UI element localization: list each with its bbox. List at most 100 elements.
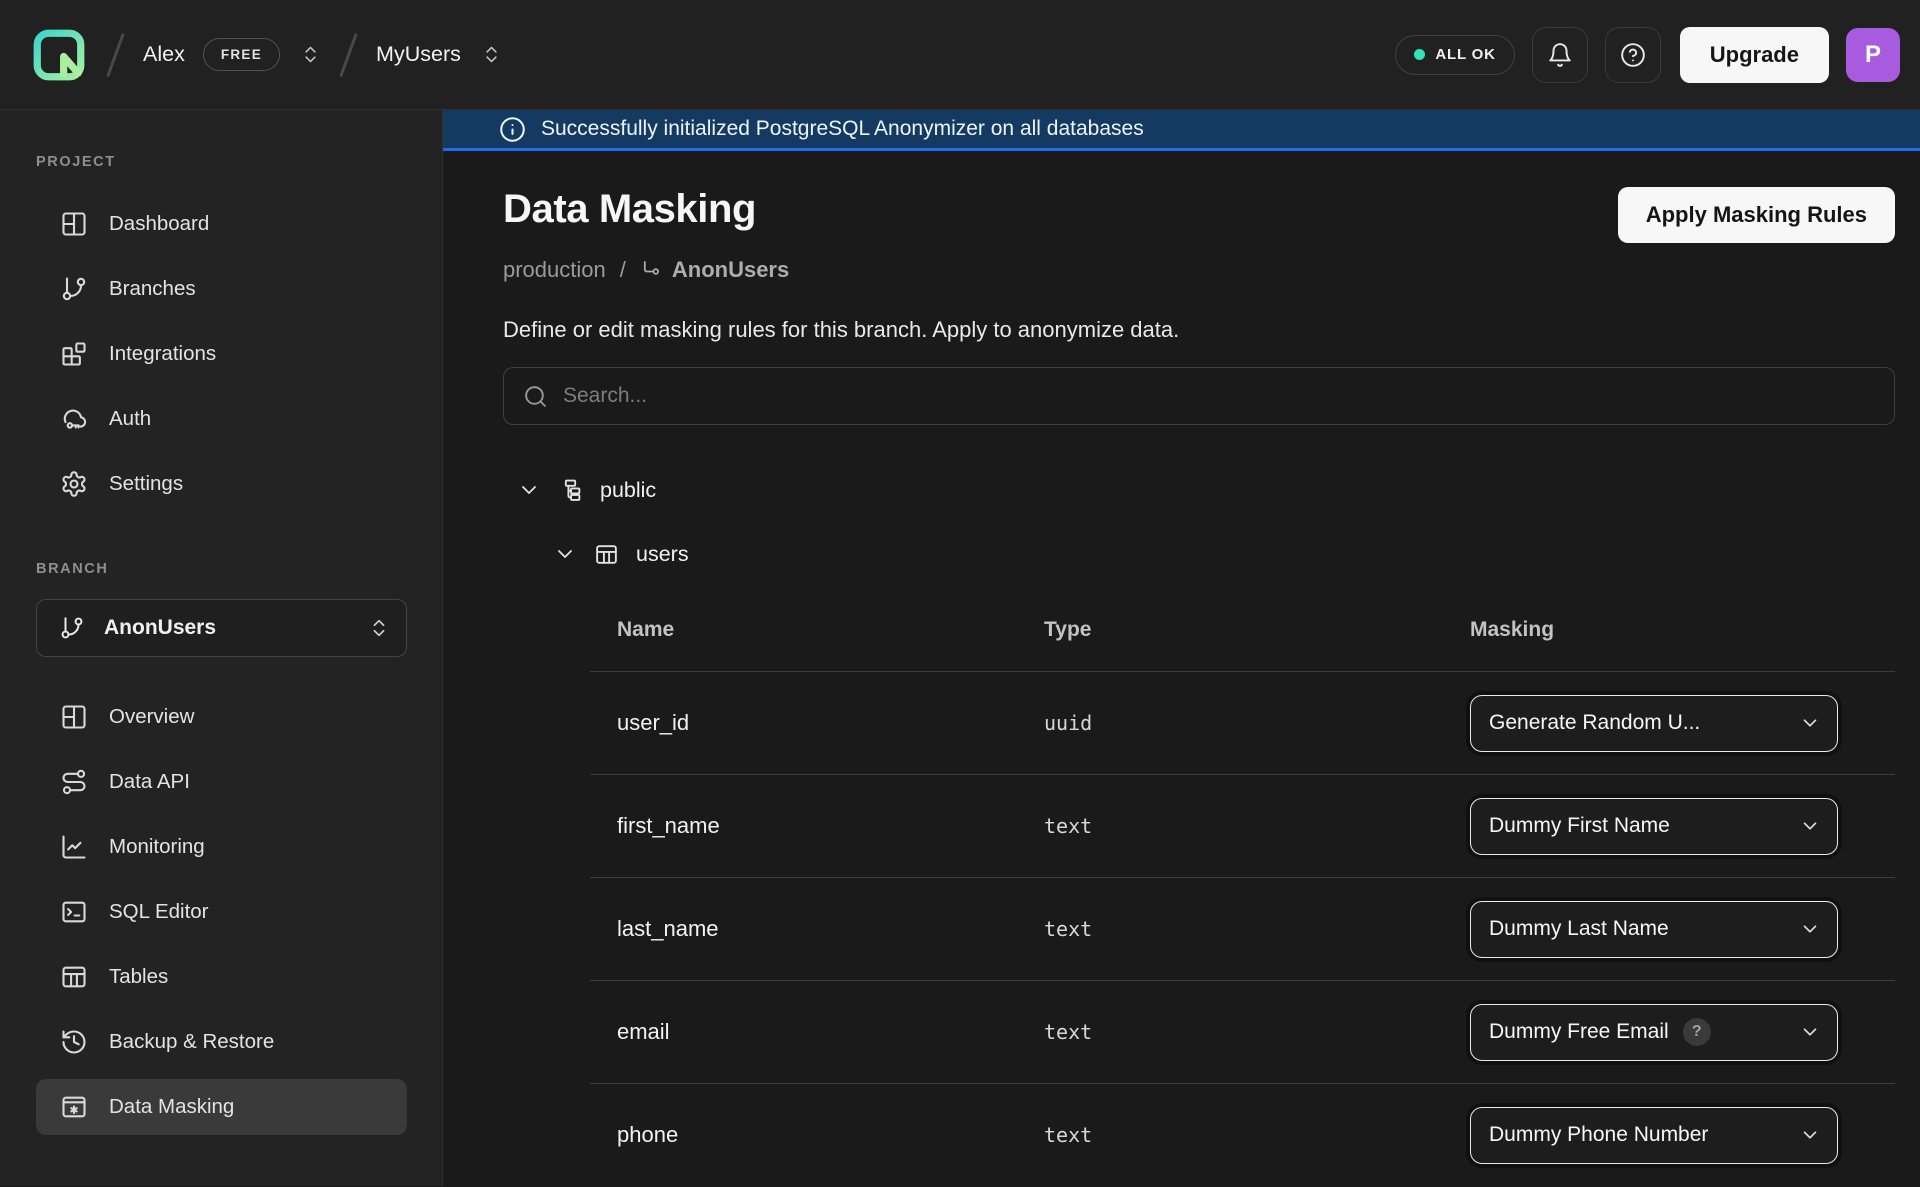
chevron-down-icon xyxy=(1799,815,1821,837)
sidebar-item-branches[interactable]: Branches xyxy=(36,261,407,317)
table-rows: user_id uuid Generate Random U... first_… xyxy=(590,671,1895,1186)
notifications-button[interactable] xyxy=(1532,27,1588,83)
column-type-cell: uuid xyxy=(1044,711,1470,735)
sidebar-item-label: Data API xyxy=(109,770,190,794)
user-avatar[interactable]: P xyxy=(1846,28,1900,82)
breadcrumb-current: AnonUsers xyxy=(640,257,789,283)
masking-rule-select[interactable]: Dummy Free Email ? xyxy=(1470,1004,1838,1061)
masking-rule-select[interactable]: Dummy Phone Number xyxy=(1470,1107,1838,1164)
masking-rule-value: Dummy First Name xyxy=(1489,814,1670,838)
apply-masking-rules-button[interactable]: Apply Masking Rules xyxy=(1618,187,1895,243)
project-name[interactable]: MyUsers xyxy=(376,42,461,67)
search-input[interactable] xyxy=(563,384,1875,408)
sidebar-item-data-api[interactable]: Data API xyxy=(36,754,407,810)
column-name-cell: first_name xyxy=(617,813,1044,839)
help-badge[interactable]: ? xyxy=(1683,1018,1711,1046)
branch-icon xyxy=(60,275,88,303)
schema-icon xyxy=(558,478,583,503)
header-divider-slash xyxy=(339,32,358,76)
route-icon xyxy=(60,768,88,796)
sidebar-item-tables[interactable]: Tables xyxy=(36,949,407,1005)
breadcrumb-current-label: AnonUsers xyxy=(672,257,789,283)
sidebar-item-label: Backup & Restore xyxy=(109,1030,274,1054)
schema-tree: public users xyxy=(503,475,1895,569)
branch-nav: Overview Data API Monitoring SQL Editor … xyxy=(36,689,407,1144)
header-divider-slash xyxy=(106,32,125,76)
sidebar-item-dashboard[interactable]: Dashboard xyxy=(36,196,407,252)
gear-icon xyxy=(60,470,88,498)
sidebar-item-auth[interactable]: Auth xyxy=(36,391,407,447)
info-icon xyxy=(499,116,526,143)
org-name[interactable]: Alex xyxy=(143,42,185,67)
sidebar-item-overview[interactable]: Overview xyxy=(36,689,407,745)
sidebar-item-monitoring[interactable]: Monitoring xyxy=(36,819,407,875)
tree-row-table: users xyxy=(553,539,1895,569)
git-branch-icon xyxy=(59,615,85,641)
tree-row-schema: public xyxy=(517,475,1895,505)
layout-icon xyxy=(60,210,88,238)
neon-logo[interactable] xyxy=(30,26,88,84)
success-banner: Successfully initialized PostgreSQL Anon… xyxy=(443,110,1920,151)
masking-rule-value: Generate Random U... xyxy=(1489,711,1700,735)
sidebar-item-label: Overview xyxy=(109,705,194,729)
breadcrumb-parent[interactable]: production xyxy=(503,257,606,283)
table-row: user_id uuid Generate Random U... xyxy=(590,671,1895,774)
sidebar-item-sql-editor[interactable]: SQL Editor xyxy=(36,884,407,940)
branch-selector[interactable]: AnonUsers xyxy=(36,599,407,657)
column-name-cell: user_id xyxy=(617,710,1044,736)
cloud-key-icon xyxy=(60,405,88,433)
page-title: Data Masking xyxy=(503,187,756,232)
masking-rule-select[interactable]: Dummy Last Name xyxy=(1470,901,1838,958)
status-pill-label: ALL OK xyxy=(1435,46,1495,63)
masking-rule-value: Dummy Free Email xyxy=(1489,1020,1669,1044)
column-name-cell: email xyxy=(617,1019,1044,1045)
sidebar-item-label: Monitoring xyxy=(109,835,205,859)
search-box xyxy=(503,367,1895,425)
column-type-cell: text xyxy=(1044,1123,1470,1147)
top-header: Alex FREE MyUsers ALL OK Upgrade P xyxy=(0,0,1920,110)
chevron-down-icon xyxy=(1799,918,1821,940)
status-pill[interactable]: ALL OK xyxy=(1395,35,1514,75)
table-row: first_name text Dummy First Name xyxy=(590,774,1895,877)
masking-rule-select[interactable]: Dummy First Name xyxy=(1470,798,1838,855)
sidebar-item-backup-restore[interactable]: Backup & Restore xyxy=(36,1014,407,1070)
table-icon xyxy=(594,542,619,567)
masking-table: Name Type Masking user_id uuid Generate … xyxy=(590,589,1895,1186)
column-type-cell: text xyxy=(1044,1020,1470,1044)
table-icon xyxy=(60,963,88,991)
branch-selector-value: AnonUsers xyxy=(104,616,216,640)
blocks-icon xyxy=(60,340,88,368)
breadcrumb: production / AnonUsers xyxy=(503,257,1895,283)
column-name-cell: last_name xyxy=(617,916,1044,942)
project-section-label: PROJECT xyxy=(36,154,407,170)
sidebar-item-settings[interactable]: Settings xyxy=(36,456,407,512)
org-switcher-button[interactable] xyxy=(300,44,321,65)
chevron-down-icon[interactable] xyxy=(517,478,541,502)
help-button[interactable] xyxy=(1605,27,1661,83)
masking-rule-select[interactable]: Generate Random U... xyxy=(1470,695,1838,752)
branch-section-label: BRANCH xyxy=(36,561,407,577)
table-row: last_name text Dummy Last Name xyxy=(590,877,1895,980)
upgrade-button[interactable]: Upgrade xyxy=(1680,27,1829,83)
column-type-cell: text xyxy=(1044,814,1470,838)
column-header-masking: Masking xyxy=(1470,618,1895,642)
history-icon xyxy=(60,1028,88,1056)
chevrons-updown-icon xyxy=(300,44,321,65)
terminal-icon xyxy=(60,898,88,926)
bell-icon xyxy=(1547,42,1573,68)
sidebar-item-data-masking[interactable]: Data Masking xyxy=(36,1079,407,1135)
column-header-name: Name xyxy=(617,618,1044,642)
sidebar-item-integrations[interactable]: Integrations xyxy=(36,326,407,382)
masking-rule-value: Dummy Phone Number xyxy=(1489,1123,1708,1147)
chevron-down-icon[interactable] xyxy=(553,542,577,566)
status-ok-dot xyxy=(1414,49,1425,60)
sidebar: PROJECT Dashboard Branches Integrations … xyxy=(0,110,443,1186)
chevrons-updown-icon xyxy=(368,617,390,639)
layout-icon xyxy=(60,703,88,731)
chart-icon xyxy=(60,833,88,861)
column-name-cell: phone xyxy=(617,1122,1044,1148)
chevrons-updown-icon xyxy=(481,44,502,65)
sidebar-item-label: Integrations xyxy=(109,342,216,366)
project-switcher-button[interactable] xyxy=(481,44,502,65)
column-header-type: Type xyxy=(1044,618,1470,642)
